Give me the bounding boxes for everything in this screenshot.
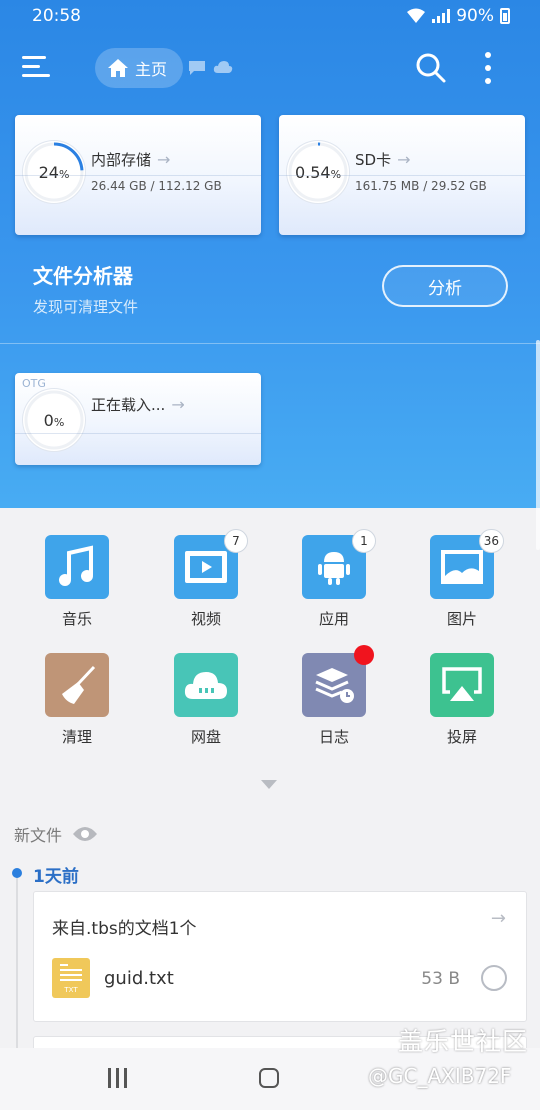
music-icon: [45, 535, 109, 599]
home-tab-label: 主页: [135, 60, 168, 79]
analyze-button[interactable]: 分析: [382, 265, 508, 307]
divider: [0, 343, 540, 344]
otg-percent: 0: [43, 410, 54, 430]
arrow-right-icon: →: [157, 150, 171, 169]
status-time: 20:58: [32, 6, 81, 26]
category-apps[interactable]: 1 应用: [284, 529, 384, 629]
sd-card-title: SD卡: [355, 151, 392, 169]
eye-icon[interactable]: [72, 825, 98, 843]
sd-card-storage-card[interactable]: 0.54% SD卡 → 161.75 MB / 29.52 GB: [279, 115, 525, 235]
arrow-right-icon[interactable]: →: [491, 908, 506, 929]
category-cast[interactable]: 投屏: [412, 653, 512, 747]
category-images[interactable]: 36 图片: [412, 529, 512, 629]
battery-percent: 90%: [456, 6, 494, 26]
log-notification-dot: [354, 645, 374, 665]
wifi-icon: [407, 8, 426, 23]
otg-label: OTG: [22, 377, 46, 390]
recent-file-group[interactable]: 来自.tbs的文档1个 → TXT guid.txt 53 B: [33, 891, 527, 1022]
file-name[interactable]: guid.txt: [104, 968, 174, 989]
otg-loading-text: 正在载入...: [91, 396, 166, 414]
category-clean[interactable]: 清理: [27, 653, 127, 747]
watermark-line2: @GC_AXIB72F: [368, 1064, 512, 1088]
image-icon: 36: [430, 529, 504, 599]
txt-file-icon: TXT: [52, 958, 90, 998]
menu-button[interactable]: [22, 56, 50, 80]
category-cloud-drive[interactable]: 网盘: [156, 653, 256, 747]
status-right: 90%: [406, 6, 510, 26]
status-bar: 20:58 90%: [0, 0, 540, 32]
recent-apps-icon[interactable]: [108, 1068, 127, 1088]
category-log[interactable]: 日志: [284, 645, 384, 747]
expand-chevron-icon[interactable]: [261, 780, 277, 789]
video-icon: 7: [174, 529, 248, 599]
log-icon: [302, 645, 374, 717]
search-icon[interactable]: [415, 52, 447, 84]
cloud-drive-icon: [174, 653, 238, 717]
cast-icon: [430, 653, 494, 717]
chat-icon[interactable]: [188, 60, 206, 76]
android-icon: 1: [302, 529, 376, 599]
timeline-line: [16, 875, 18, 1050]
category-music[interactable]: 音乐: [27, 535, 127, 629]
signal-icon: [432, 9, 451, 23]
images-badge: 36: [478, 529, 504, 553]
home-tab[interactable]: 主页: [95, 48, 183, 88]
cloud-icon[interactable]: [213, 60, 233, 74]
sd-usage-ring: 0.54%: [287, 141, 349, 203]
new-files-title: 新文件: [14, 826, 63, 845]
otg-storage-card[interactable]: 0% 正在载入... →: [15, 373, 261, 465]
group-title: 来自.tbs的文档1个: [52, 919, 197, 939]
more-vert-icon[interactable]: [480, 50, 496, 86]
apps-badge: 1: [352, 529, 376, 553]
new-files-header: 新文件: [14, 822, 98, 846]
header-panel: 20:58 90% 主页 24% 内部存储 → 26.44 GB / 112.1…: [0, 0, 540, 550]
internal-storage-title: 内部存储: [91, 151, 152, 169]
category-video[interactable]: 7 视频: [156, 529, 256, 629]
day-label: 1天前: [33, 867, 79, 887]
file-analyzer-title: 文件分析器: [33, 264, 133, 288]
arrow-right-icon: →: [171, 395, 185, 414]
scroll-handle[interactable]: [536, 340, 540, 550]
home-icon: [108, 59, 128, 77]
internal-storage-usage: 26.44 GB / 112.12 GB: [91, 179, 222, 193]
sd-percent: 0.54: [294, 162, 331, 182]
file-analyzer-subtitle: 发现可清理文件: [33, 298, 139, 316]
internal-percent: 24: [38, 162, 59, 182]
sd-card-usage: 161.75 MB / 29.52 GB: [355, 179, 487, 193]
home-button-icon[interactable]: [259, 1068, 279, 1088]
svg-text:TXT: TXT: [63, 986, 78, 994]
video-badge: 7: [224, 529, 248, 553]
internal-usage-ring: 24%: [23, 141, 85, 203]
broom-icon: [45, 653, 109, 717]
select-checkbox[interactable]: [481, 965, 507, 991]
file-size: 53 B: [421, 969, 460, 989]
arrow-right-icon: →: [397, 150, 411, 169]
battery-icon: [500, 8, 510, 24]
otg-usage-ring: 0%: [23, 389, 85, 451]
internal-storage-card[interactable]: 24% 内部存储 → 26.44 GB / 112.12 GB: [15, 115, 261, 235]
timeline-dot: [12, 868, 22, 878]
app-bar: 主页: [0, 40, 540, 96]
watermark-line1: 盖乐世社区: [398, 1027, 529, 1056]
